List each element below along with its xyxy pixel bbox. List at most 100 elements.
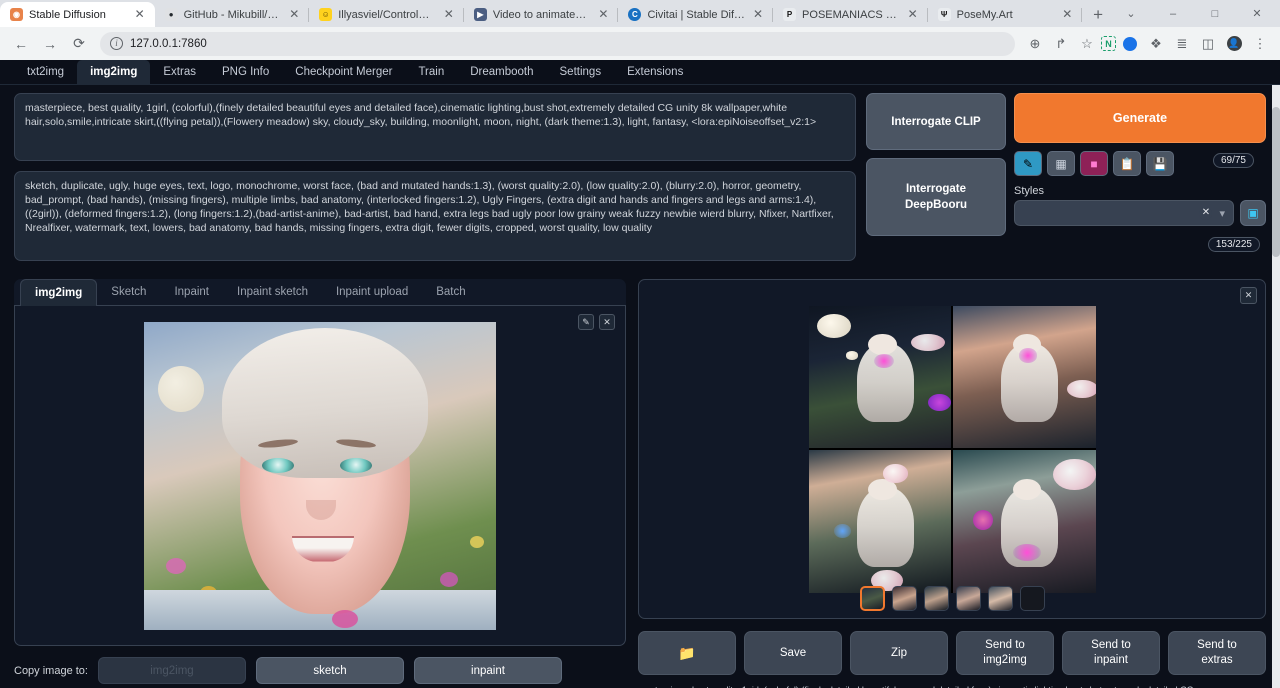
close-icon[interactable]: ✕: [1060, 8, 1074, 22]
save-button[interactable]: Save: [744, 631, 842, 675]
blossom-decoration: [973, 510, 993, 530]
maximize-icon[interactable]: □: [1194, 0, 1236, 27]
reading-list-icon[interactable]: ≣: [1170, 32, 1194, 56]
subtab-inpaint-sketch[interactable]: Inpaint sketch: [223, 279, 322, 305]
sd-icon: ◉: [10, 8, 23, 21]
paste-arrow-button[interactable]: ✎: [1014, 151, 1042, 176]
tab-img2img[interactable]: img2img: [77, 60, 150, 84]
generate-button[interactable]: Generate: [1014, 93, 1266, 143]
browser-tab-2[interactable]: ☺ Illyasviel/ControlNet at main ✕: [309, 2, 464, 27]
close-icon[interactable]: ✕: [751, 8, 765, 22]
figure-head: [1013, 479, 1042, 500]
subtab-sketch[interactable]: Sketch: [97, 279, 160, 305]
apply-style-button[interactable]: ▣: [1240, 200, 1266, 226]
browser-tab-6[interactable]: Ψ PoseMy.Art ✕: [928, 2, 1083, 27]
forward-icon[interactable]: →: [37, 31, 63, 57]
chrome-menu-icon[interactable]: ⋮: [1248, 32, 1272, 56]
browser-tab-5[interactable]: P POSEMANIACS - Royalty free 3 ✕: [773, 2, 928, 27]
result-image-3: [809, 450, 952, 593]
send-to-inpaint-button[interactable]: Send to inpaint: [1062, 631, 1160, 675]
browser-tab-3[interactable]: ▶ Video to animated GIF converter ✕: [464, 2, 619, 27]
main-content: masterpiece, best quality, 1girl, (color…: [0, 85, 1280, 688]
close-icon[interactable]: ✕: [596, 8, 610, 22]
negative-prompt-input[interactable]: sketch, duplicate, ugly, huge eyes, text…: [14, 171, 856, 261]
subtab-inpaint[interactable]: Inpaint: [160, 279, 223, 305]
subtab-inpaint-upload[interactable]: Inpaint upload: [322, 279, 422, 305]
side-panel-icon[interactable]: ◫: [1196, 32, 1220, 56]
thumbnail-4[interactable]: [956, 586, 981, 611]
posemyart-icon: Ψ: [938, 8, 951, 21]
prompt-token-counter: 69/75: [1213, 153, 1254, 168]
new-tab-button[interactable]: +: [1086, 3, 1110, 27]
thumbnail-3[interactable]: [924, 586, 949, 611]
reload-icon[interactable]: ⟳: [66, 31, 92, 57]
thumbnail-5[interactable]: [988, 586, 1013, 611]
tab-dreambooth[interactable]: Dreambooth: [457, 60, 546, 84]
zoom-icon[interactable]: ⊕: [1023, 32, 1047, 56]
close-icon[interactable]: ✕: [133, 8, 147, 22]
address-bar[interactable]: i 127.0.0.1:7860: [100, 32, 1015, 56]
scrollbar-thumb[interactable]: [1272, 107, 1280, 257]
copy-to-sketch-button[interactable]: sketch: [256, 657, 404, 684]
close-icon[interactable]: ✕: [442, 8, 456, 22]
share-icon[interactable]: ↱: [1049, 32, 1073, 56]
zip-button[interactable]: Zip: [850, 631, 948, 675]
subtab-img2img[interactable]: img2img: [20, 279, 97, 306]
styles-row: ✕ ▾ ▣: [1014, 200, 1266, 226]
result-image-4: [953, 450, 1096, 593]
clear-prompt-button[interactable]: ▦: [1047, 151, 1075, 176]
send-to-extras-button[interactable]: Send to extras: [1168, 631, 1266, 675]
close-icon[interactable]: ✕: [1199, 207, 1212, 220]
tab-txt2img[interactable]: txt2img: [14, 60, 77, 84]
back-icon[interactable]: ←: [8, 31, 34, 57]
thumbnail-1[interactable]: [860, 586, 885, 611]
blue-extension-icon[interactable]: [1118, 32, 1142, 56]
main-tab-bar: txt2img img2img Extras PNG Info Checkpoi…: [0, 60, 1280, 85]
edit-image-icon[interactable]: ✎: [578, 314, 594, 330]
tab-train[interactable]: Train: [405, 60, 457, 84]
window-close-icon[interactable]: ✕: [1236, 0, 1278, 27]
browser-tab-0[interactable]: ◉ Stable Diffusion ✕: [0, 2, 155, 27]
remove-image-icon[interactable]: ✕: [599, 314, 615, 330]
browser-tab-bar: ◉ Stable Diffusion ✕ ● GitHub - Mikubill…: [0, 0, 1280, 27]
copy-to-img2img-button[interactable]: img2img: [98, 657, 246, 684]
tab-extras[interactable]: Extras: [150, 60, 209, 84]
close-icon[interactable]: ✕: [1240, 287, 1257, 304]
minimize-icon[interactable]: –: [1152, 0, 1194, 27]
result-gallery[interactable]: ✕: [638, 279, 1266, 619]
styles-select[interactable]: ✕ ▾: [1014, 200, 1234, 226]
extensions-puzzle-icon[interactable]: ❖: [1144, 32, 1168, 56]
profile-avatar-icon[interactable]: 👤: [1222, 32, 1246, 56]
thumbnail-2[interactable]: [892, 586, 917, 611]
tab-search-icon[interactable]: ⌄: [1110, 0, 1152, 27]
tab-png-info[interactable]: PNG Info: [209, 60, 282, 84]
page-scrollbar[interactable]: [1272, 85, 1280, 688]
image-tool-row: ✎ ✕: [578, 314, 615, 330]
subtab-batch[interactable]: Batch: [422, 279, 479, 305]
browser-tab-title: PoseMy.Art: [957, 9, 1055, 21]
notion-extension-icon[interactable]: N: [1101, 36, 1116, 51]
open-folder-button[interactable]: 📁: [638, 631, 736, 675]
prompt-input[interactable]: masterpiece, best quality, 1girl, (color…: [14, 93, 856, 161]
interrogate-clip-button[interactable]: Interrogate CLIP: [866, 93, 1006, 150]
browser-tab-1[interactable]: ● GitHub - Mikubill/sd-webui-co ✕: [155, 2, 310, 27]
restore-progress-button[interactable]: 📋: [1113, 151, 1141, 176]
bookmark-star-icon[interactable]: ☆: [1075, 32, 1099, 56]
tab-checkpoint-merger[interactable]: Checkpoint Merger: [282, 60, 405, 84]
result-image-2: [953, 306, 1096, 449]
save-style-button[interactable]: 💾: [1146, 151, 1174, 176]
interrogate-deepbooru-button[interactable]: Interrogate DeepBooru: [866, 158, 1006, 236]
flower-decoration: [166, 558, 186, 574]
copy-to-inpaint-button[interactable]: inpaint: [414, 657, 562, 684]
browser-tab-4[interactable]: C Civitai | Stable Diffusion models ✕: [618, 2, 773, 27]
source-image-panel[interactable]: ✎ ✕: [14, 306, 626, 646]
close-icon[interactable]: ✕: [906, 8, 920, 22]
send-to-img2img-button[interactable]: Send to img2img: [956, 631, 1054, 675]
chevron-down-icon[interactable]: ▾: [1219, 207, 1225, 220]
site-info-icon[interactable]: i: [110, 37, 123, 50]
thumbnail-6[interactable]: [1020, 586, 1045, 611]
close-icon[interactable]: ✕: [287, 8, 301, 22]
show-extra-networks-button[interactable]: ■: [1080, 151, 1108, 176]
tab-settings[interactable]: Settings: [547, 60, 615, 84]
tab-extensions[interactable]: Extensions: [614, 60, 696, 84]
